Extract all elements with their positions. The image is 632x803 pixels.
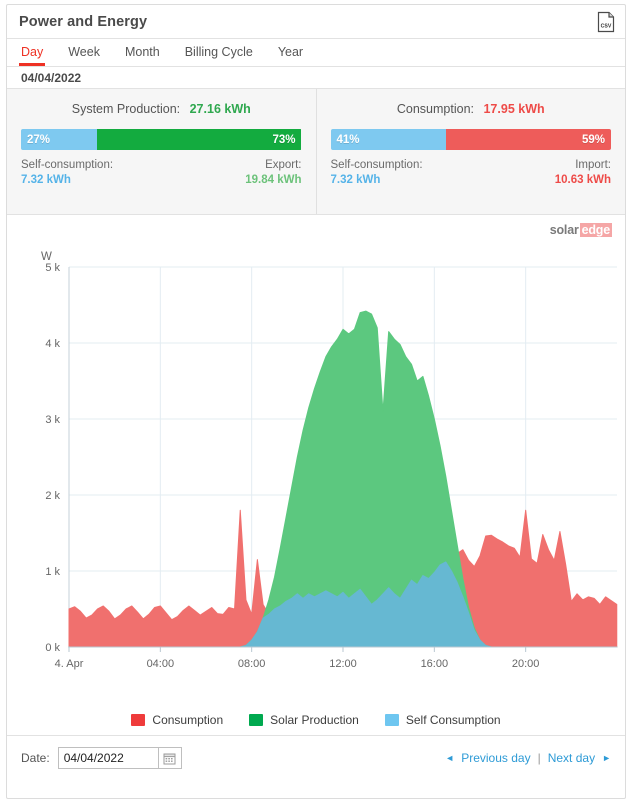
consumption-selfconsumption-value: 7.32 kWh	[330, 174, 381, 186]
consumption-selfconsumption-segment: 41%	[330, 129, 446, 150]
svg-text:0 k: 0 k	[45, 642, 60, 654]
tab-month[interactable]: Month	[125, 45, 160, 65]
legend-swatch-solar-production	[249, 714, 264, 726]
chart-legend: Consumption Solar Production Self Consum…	[7, 713, 625, 727]
next-day-link[interactable]: Next day	[548, 751, 595, 765]
chart-footer: Date: ◄ Previous	[7, 736, 625, 780]
production-label: System Production:	[71, 102, 181, 116]
date-picker-label: Date:	[21, 751, 50, 765]
next-day-arrow-icon[interactable]: ►	[602, 753, 611, 763]
legend-label-consumption: Consumption	[152, 713, 224, 727]
consumption-split-bar: 41% 59%	[330, 129, 612, 150]
previous-day-arrow-icon[interactable]: ◄	[445, 753, 454, 763]
svg-text:16:00: 16:00	[421, 658, 449, 670]
svg-text:4. Apr: 4. Apr	[55, 658, 84, 670]
svg-text:20:00: 20:00	[512, 658, 540, 670]
svg-text:08:00: 08:00	[238, 658, 266, 670]
nav-separator: |	[537, 751, 541, 765]
production-selfconsumption-value: 7.32 kWh	[21, 174, 71, 186]
svg-text:4 k: 4 k	[45, 338, 60, 350]
legend-swatch-consumption	[131, 714, 146, 726]
production-legend-row: Self-consumption: 7.32 kWh Export: 19.84…	[21, 159, 302, 186]
consumption-title-row: Consumption: 17.95 kWh	[331, 102, 612, 116]
consumption-selfconsumption-label: Self-consumption:	[330, 159, 423, 171]
card-header: Power and Energy CSV	[7, 5, 625, 39]
production-export-stat: Export: 19.84 kWh	[245, 159, 301, 186]
tab-billing-cycle[interactable]: Billing Cycle	[185, 45, 253, 65]
production-export-label: Export:	[265, 159, 302, 171]
period-tabs: Day Week Month Billing Cycle Year	[7, 39, 625, 67]
page-title: Power and Energy	[19, 13, 148, 30]
consumption-label: Consumption:	[396, 102, 474, 116]
tab-year[interactable]: Year	[278, 45, 303, 65]
legend-label-solar-production: Solar Production	[270, 713, 359, 727]
summary-panels: System Production: 27.16 kWh 27% 73% Sel…	[7, 89, 625, 215]
production-panel: System Production: 27.16 kWh 27% 73% Sel…	[7, 89, 317, 214]
calendar-icon[interactable]	[157, 747, 182, 769]
production-selfconsumption-segment: 27%	[21, 129, 97, 150]
legend-item-self-consumption[interactable]: Self Consumption	[384, 713, 501, 727]
svg-text:5 k: 5 k	[45, 262, 60, 274]
date-input[interactable]	[57, 747, 158, 769]
selected-date-header: 04/04/2022	[7, 67, 625, 89]
svg-text:CSV: CSV	[601, 24, 612, 30]
legend-item-solar-production[interactable]: Solar Production	[249, 713, 359, 727]
production-selfconsumption-stat: Self-consumption: 7.32 kWh	[21, 159, 113, 186]
tab-day[interactable]: Day	[18, 45, 46, 66]
day-navigation: ◄ Previous day | Next day ►	[445, 751, 611, 765]
consumption-import-value: 10.63 kWh	[554, 174, 611, 186]
tab-week[interactable]: Week	[68, 45, 100, 65]
production-split-bar: 27% 73%	[21, 129, 302, 150]
consumption-total: 17.95 kWh	[483, 102, 545, 116]
production-selfconsumption-label: Self-consumption:	[21, 159, 114, 171]
consumption-legend-row: Self-consumption: 7.32 kWh Import: 10.63…	[331, 159, 612, 186]
consumption-selfconsumption-stat: Self-consumption: 7.32 kWh	[331, 159, 423, 186]
svg-text:3 k: 3 k	[45, 414, 60, 426]
power-chart-container: solar edge W 0 k1 k2 k3 k4 k5 k 4. Apr 04:0…	[7, 215, 625, 736]
csv-download-icon[interactable]: CSV	[596, 11, 616, 33]
svg-text:2 k: 2 k	[45, 490, 60, 502]
previous-day-link[interactable]: Previous day	[461, 751, 530, 765]
power-chart-svg[interactable]: 0 k 1 k 2 k 3 k 4 k 5 k 4. Apr 04:00 08:00 12:00 1…	[7, 215, 625, 685]
consumption-import-stat: Import: 10.63 kWh	[555, 159, 611, 186]
production-export-value: 19.84 kWh	[245, 174, 302, 186]
power-and-energy-page: Power and Energy CSV Day Week Month Bill…	[0, 0, 632, 803]
legend-swatch-self-consumption	[384, 714, 399, 726]
legend-item-consumption[interactable]: Consumption	[131, 713, 223, 727]
power-energy-card: Power and Energy CSV Day Week Month Bill…	[6, 4, 626, 799]
consumption-import-segment: 59%	[445, 129, 611, 150]
consumption-import-label: Import:	[575, 159, 611, 171]
svg-text:04:00: 04:00	[147, 658, 175, 670]
svg-text:12:00: 12:00	[329, 658, 357, 670]
production-title-row: System Production: 27.16 kWh	[21, 102, 302, 116]
production-export-segment: 73%	[96, 129, 302, 150]
consumption-panel: Consumption: 17.95 kWh 41% 59% Self-cons…	[317, 89, 626, 214]
legend-label-self-consumption: Self Consumption	[405, 713, 501, 727]
production-total: 27.16 kWh	[189, 102, 251, 116]
svg-text:1 k: 1 k	[45, 566, 60, 578]
